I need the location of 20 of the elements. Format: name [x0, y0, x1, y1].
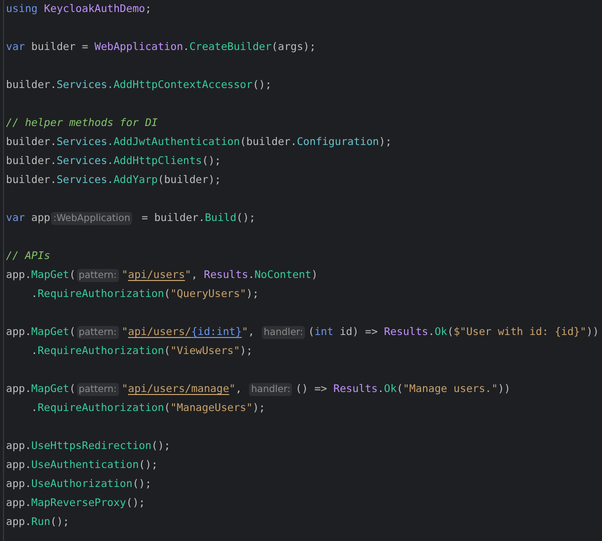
- code-line: // helper methods for DI: [6, 116, 158, 131]
- code-line: .RequireAuthorization("ManageUsers");: [30, 401, 266, 416]
- code-line: app.UseAuthentication();: [6, 458, 158, 473]
- code-line: var builder = WebApplication.CreateBuilder(args);: [6, 40, 316, 55]
- code-line: builder.Services.AddYarp(builder);: [6, 173, 221, 188]
- code-line: .RequireAuthorization("QueryUsers");: [30, 287, 259, 302]
- code-line: app.MapGet( pattern: "api/users/{id:int}", handler: (int id) => Results.Ok($"User with id: {id}")): [6, 325, 599, 341]
- code-line: app.MapGet( pattern: "api/users", Results.NoContent): [6, 268, 318, 284]
- code-line: app.MapReverseProxy();: [6, 496, 146, 511]
- code-line: builder.Services.AddHttpContextAccessor();: [6, 78, 272, 93]
- code-line: builder.Services.AddHttpClients();: [6, 154, 221, 169]
- code-line: .RequireAuthorization("ViewUsers");: [30, 344, 253, 359]
- code-line: builder.Services.AddJwtAuthentication(builder.Configuration);: [6, 135, 392, 150]
- code-line: using KeycloakAuthDemo;: [6, 2, 152, 17]
- code-line: var app :WebApplication = builder.Build();: [6, 211, 256, 227]
- code-line: app.UseAuthorization();: [6, 477, 152, 492]
- code-line: app.MapGet( pattern: "api/users/manage", handler: () => Results.Ok("Manage users.")): [6, 382, 510, 398]
- code-line: app.Run();: [6, 515, 70, 530]
- code-line: app.UseHttpsRedirection();: [6, 439, 170, 454]
- code-line: // APIs: [6, 249, 50, 264]
